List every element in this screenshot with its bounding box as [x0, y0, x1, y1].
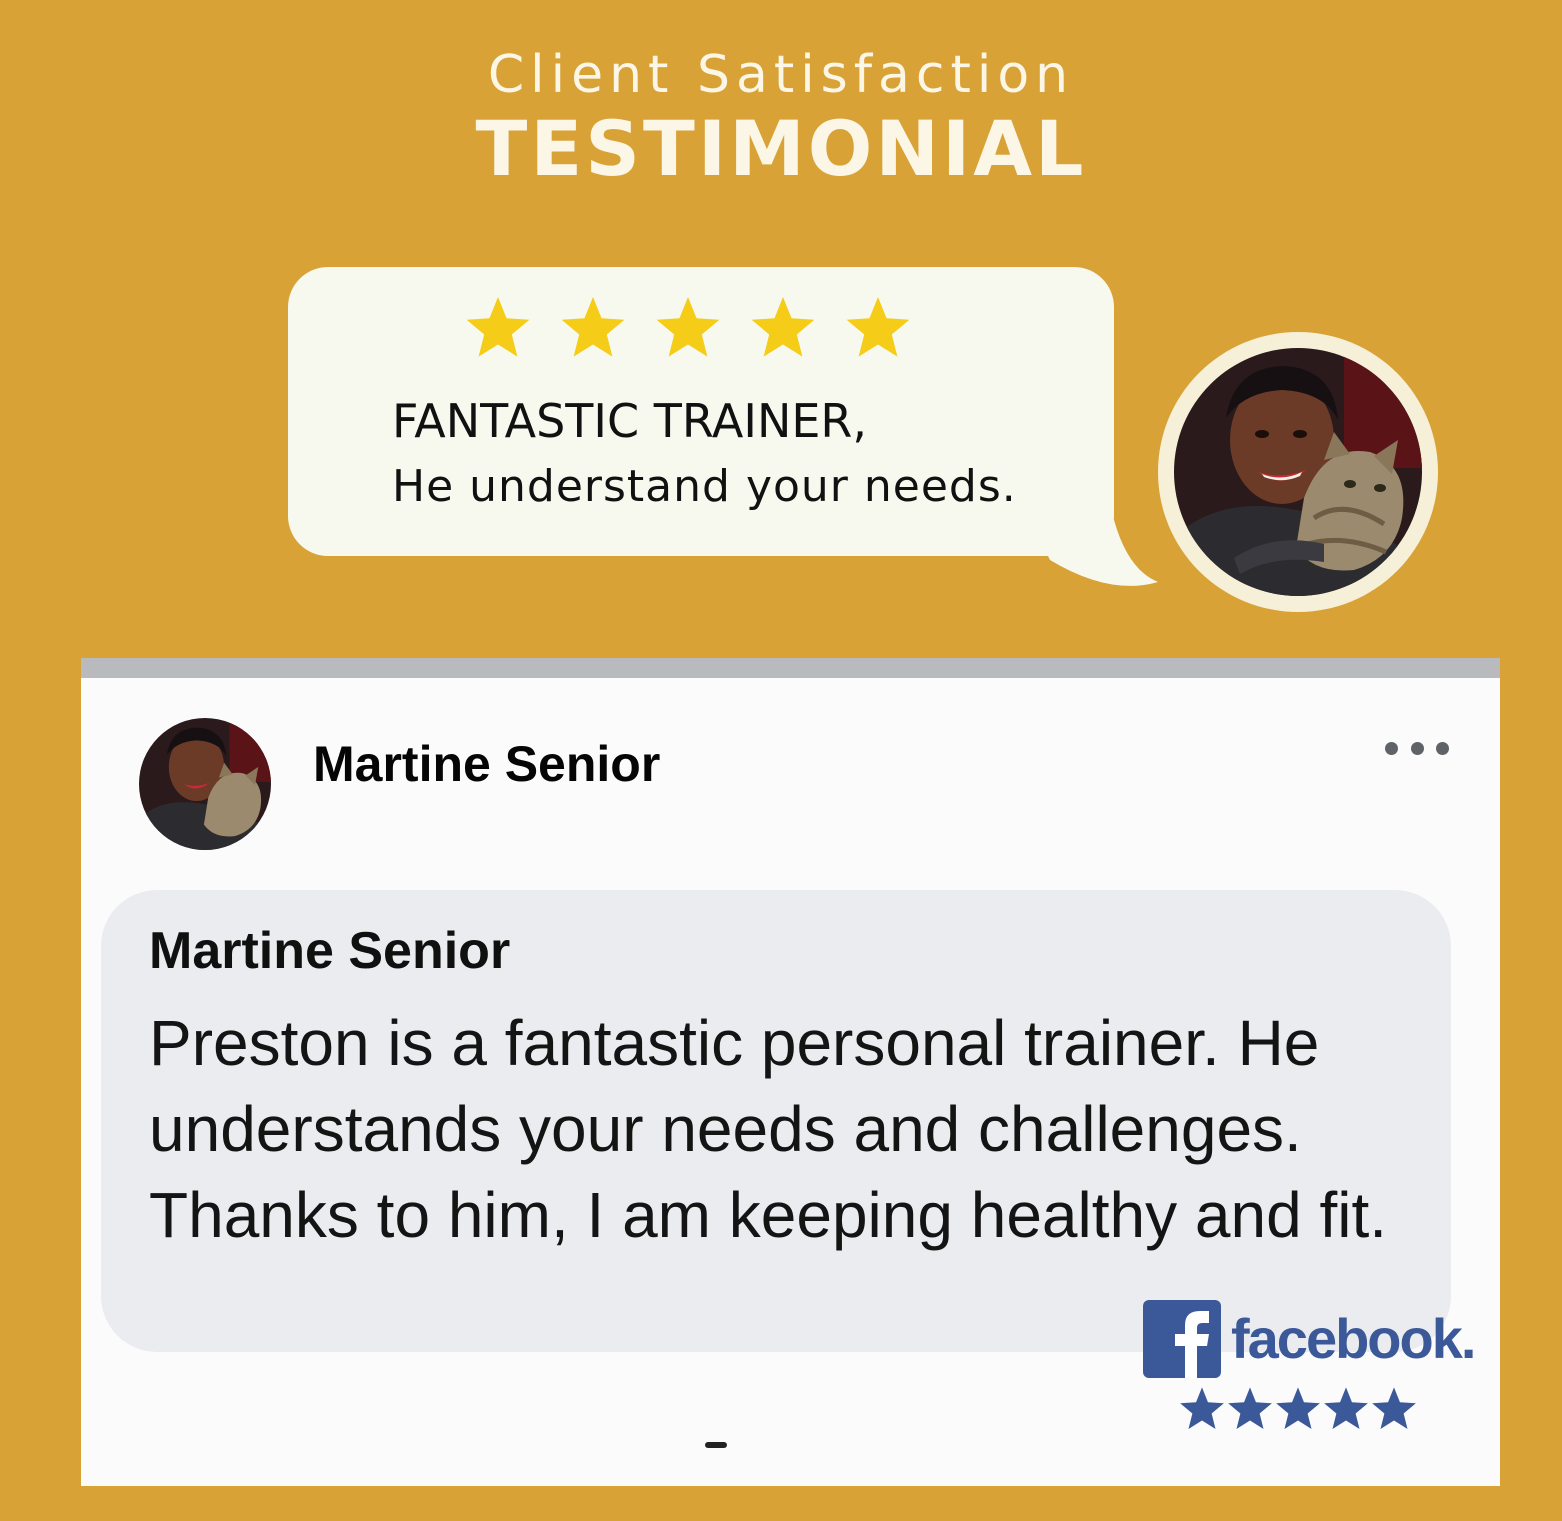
testimonial-subline: He understand your needs. [392, 461, 1017, 512]
star-icon [656, 296, 720, 357]
reviewer-avatar-large [1174, 348, 1422, 596]
badge-star-icon [1180, 1387, 1224, 1429]
more-dot [1436, 741, 1449, 755]
reviewer-photo-icon [1174, 348, 1422, 596]
facebook-rating-stars [1179, 1386, 1429, 1434]
comment-author-name[interactable]: Martine Senior [149, 918, 510, 984]
more-options-icon[interactable] [1385, 732, 1449, 764]
scroll-indicator [705, 1442, 727, 1448]
badge-star-icon [1372, 1387, 1416, 1429]
post-author-name[interactable]: Martine Senior [313, 732, 660, 796]
more-dot [1410, 741, 1424, 755]
facebook-logo-icon [1143, 1300, 1221, 1378]
facebook-rating-badge: facebook. [1143, 1298, 1476, 1448]
facebook-wordmark: facebook. [1231, 1307, 1476, 1370]
star-icon [846, 296, 910, 357]
star-icon [751, 296, 815, 357]
testimonial-headline: FANTASTIC TRAINER, [392, 394, 868, 448]
header-eyebrow: Client Satisfaction [487, 45, 1075, 105]
comment-text: Preston is a fantastic personal trainer.… [149, 1007, 1387, 1251]
author-photo-icon [139, 718, 271, 850]
star-icon [466, 296, 530, 357]
badge-star-icon [1324, 1387, 1368, 1429]
more-dot [1385, 741, 1398, 755]
post-author-avatar[interactable] [139, 718, 271, 850]
rating-stars [465, 295, 915, 361]
comment-bubble: Martine Senior Preston is a fantastic pe… [101, 890, 1451, 1352]
reviewer-avatar-frame [1158, 332, 1438, 612]
facebook-post-card: Martine Senior Martine Senior Preston is… [81, 658, 1500, 1486]
page-title: TESTIMONIAL [475, 104, 1087, 193]
badge-star-icon [1228, 1387, 1272, 1429]
speech-bubble-tail [1030, 520, 1158, 586]
post-top-bar [81, 658, 1500, 678]
badge-star-icon [1276, 1387, 1320, 1429]
star-icon [561, 296, 625, 357]
